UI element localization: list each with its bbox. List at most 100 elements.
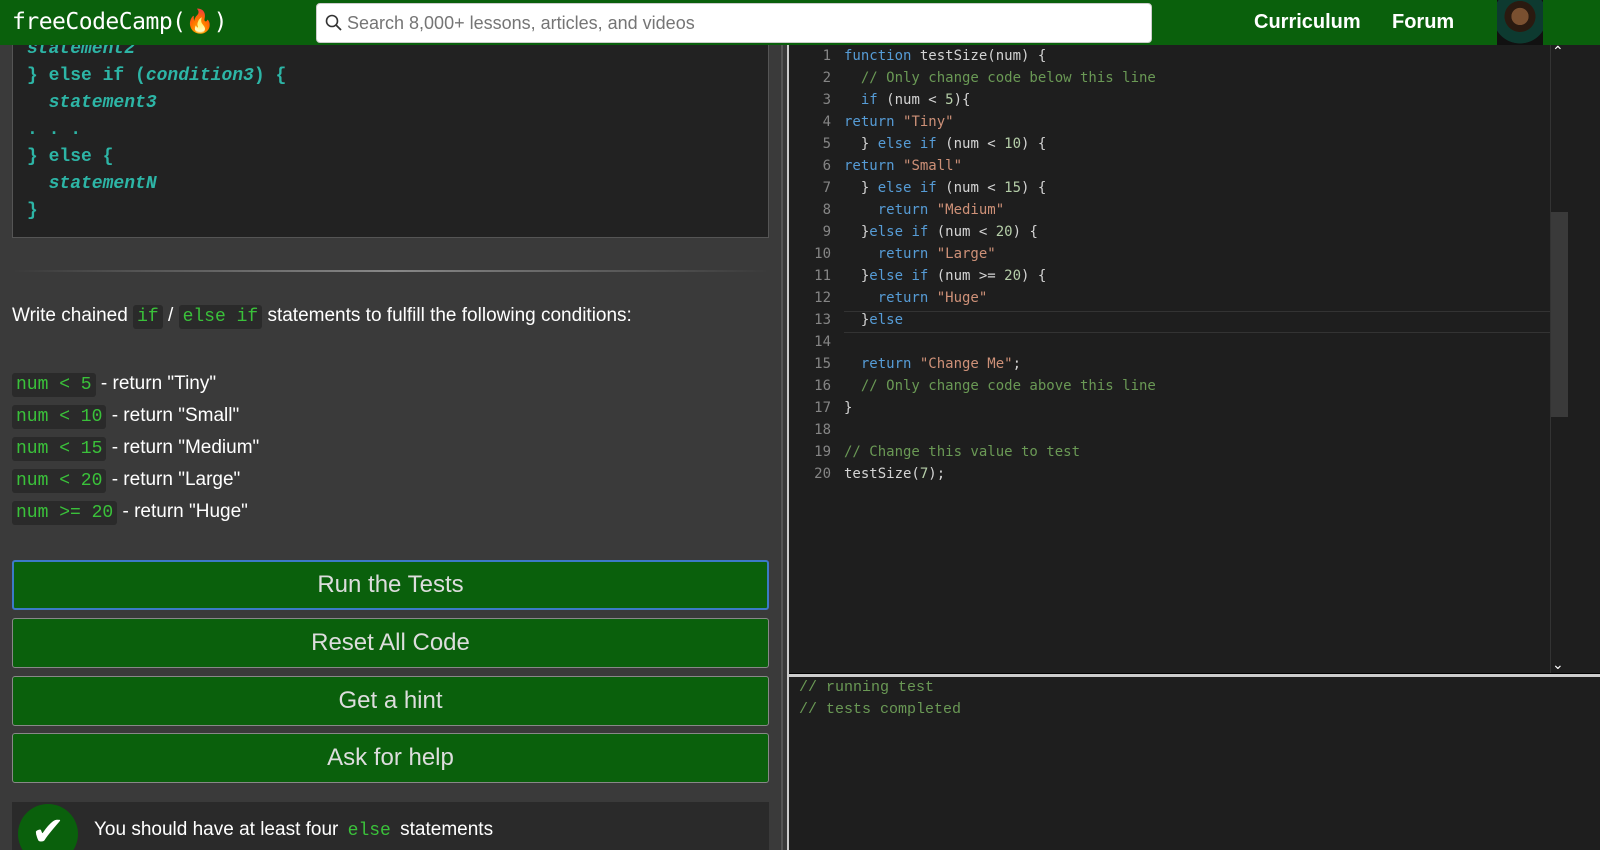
code-token: "Change Me" — [919, 356, 1013, 372]
search-bar[interactable] — [316, 3, 1152, 43]
code-line[interactable]: }else if (num >= 20) { — [844, 268, 1046, 284]
code-token: . . . — [27, 120, 82, 140]
code-line[interactable]: }else if (num < 20) { — [844, 224, 1038, 240]
editor-scrollbar-thumb[interactable] — [1551, 212, 1568, 417]
code-token: testSize( — [844, 466, 920, 482]
code-token: "Huge" — [936, 290, 988, 306]
divider — [12, 270, 769, 272]
freecodecamp-logo[interactable]: freeCodeCamp(🔥) — [12, 8, 228, 35]
code-token: (num < — [936, 224, 996, 240]
line-number: 3 — [822, 92, 831, 108]
code-line[interactable]: function testSize(num) { — [844, 48, 1046, 64]
code-token: 15 — [1004, 180, 1022, 196]
code-line[interactable]: // Only change code below this line — [844, 70, 1156, 86]
code-line[interactable]: // Change this value to test — [844, 444, 1080, 460]
line-number: 4 — [822, 114, 831, 130]
code-token: "Medium" — [936, 202, 1005, 218]
condition-code: num >= 20 — [12, 501, 118, 525]
code-editor[interactable]: 1 function testSize(num) {2 // Only chang… — [789, 45, 1568, 675]
search-icon — [325, 14, 342, 31]
code-token: else if — [877, 180, 946, 196]
line-number: 20 — [814, 466, 831, 482]
condition-code: num < 10 — [12, 405, 107, 429]
inline-code: else if — [178, 305, 263, 329]
code-token: } — [844, 224, 870, 240]
code-line[interactable]: return "Small" — [844, 158, 962, 174]
search-input[interactable] — [347, 12, 1127, 34]
inline-code: else — [343, 819, 395, 843]
code-token: statement3 — [27, 93, 157, 113]
chevron-up-icon[interactable]: ⌃ — [1552, 43, 1564, 60]
code-token: else if — [869, 224, 937, 240]
code-token: } else if ( — [27, 66, 146, 86]
code-line[interactable]: return "Change Me"; — [844, 356, 1021, 372]
code-line[interactable]: if (num < 5){ — [844, 92, 971, 108]
inline-code: if — [133, 305, 163, 329]
code-token: return — [844, 158, 904, 174]
output-console: // running test // tests completed — [789, 677, 1568, 850]
code-token: ) { — [1021, 136, 1047, 152]
console-line: // tests completed — [799, 701, 962, 718]
line-number: 12 — [814, 290, 831, 306]
code-line[interactable]: return "Medium" — [844, 202, 1004, 218]
line-number: 7 — [822, 180, 831, 196]
code-line[interactable]: return "Huge" — [844, 290, 988, 306]
line-number: 10 — [814, 246, 831, 262]
code-token: 10 — [1004, 136, 1022, 152]
code-token: // Only change code below this line — [844, 70, 1156, 86]
run-tests-button[interactable]: Run the Tests — [12, 560, 769, 610]
example-code-line: statement2 — [27, 45, 754, 63]
example-code-block: statement2} else if (condition3) { state… — [12, 45, 769, 238]
chevron-down-icon[interactable]: ⌄ — [1552, 656, 1564, 673]
code-token: ) { — [1021, 180, 1047, 196]
ask-help-button[interactable]: Ask for help — [12, 733, 769, 783]
code-token: testSize(num) { — [919, 48, 1047, 64]
line-number: 16 — [814, 378, 831, 394]
code-token: else if — [877, 136, 946, 152]
line-number: 19 — [814, 444, 831, 460]
right-strip — [1568, 45, 1600, 850]
example-code-line: } else if (condition3) { — [27, 63, 754, 90]
line-number: 15 — [814, 356, 831, 372]
example-code-line: statement3 — [27, 90, 754, 117]
user-avatar[interactable] — [1497, 0, 1543, 47]
code-line[interactable]: testSize(7); — [844, 466, 945, 482]
test-result: ✔ You should have at least four else sta… — [12, 802, 769, 850]
console-line: // running test — [799, 679, 935, 696]
example-code-line: . . . — [27, 117, 754, 144]
code-token: return — [844, 114, 904, 130]
nav-link-forum[interactable]: Forum — [1392, 11, 1454, 34]
code-token: (num < — [945, 136, 1005, 152]
code-token: return — [844, 356, 920, 372]
code-line[interactable]: // Only change code above this line — [844, 378, 1156, 394]
code-token: } else { — [27, 147, 114, 167]
code-token: ) { — [1021, 268, 1047, 284]
code-line[interactable]: } else if (num < 15) { — [844, 180, 1046, 196]
code-line[interactable]: return "Tiny" — [844, 114, 954, 130]
code-line[interactable]: } — [844, 400, 852, 416]
code-token: } — [844, 400, 853, 416]
line-number: 14 — [814, 334, 831, 350]
code-token: 20 — [995, 224, 1013, 240]
code-token: ); — [928, 466, 946, 482]
condition-text: - return "Medium" — [106, 437, 260, 458]
reset-code-button[interactable]: Reset All Code — [12, 618, 769, 668]
code-line[interactable]: } else if (num < 10) { — [844, 136, 1046, 152]
condition-text: - return "Small" — [106, 405, 240, 426]
condition-text: - return "Tiny" — [95, 373, 217, 394]
code-token: "Small" — [903, 158, 963, 174]
code-token: if — [844, 92, 887, 108]
code-token: } — [844, 136, 878, 152]
code-line[interactable]: return "Large" — [844, 246, 996, 262]
pane-resize-handle[interactable] — [781, 45, 789, 850]
code-token: else if — [869, 268, 937, 284]
get-hint-button[interactable]: Get a hint — [12, 676, 769, 726]
condition-item: num < 5 - return "Tiny" — [12, 368, 259, 400]
code-line[interactable]: }else — [844, 312, 903, 328]
code-token: "Tiny" — [903, 114, 954, 130]
code-token: 20 — [1004, 268, 1022, 284]
condition-item: num >= 20 - return "Huge" — [12, 496, 259, 528]
condition-item: num < 10 - return "Small" — [12, 400, 259, 432]
condition-code: num < 20 — [12, 469, 107, 493]
nav-link-curriculum[interactable]: Curriculum — [1254, 11, 1361, 34]
